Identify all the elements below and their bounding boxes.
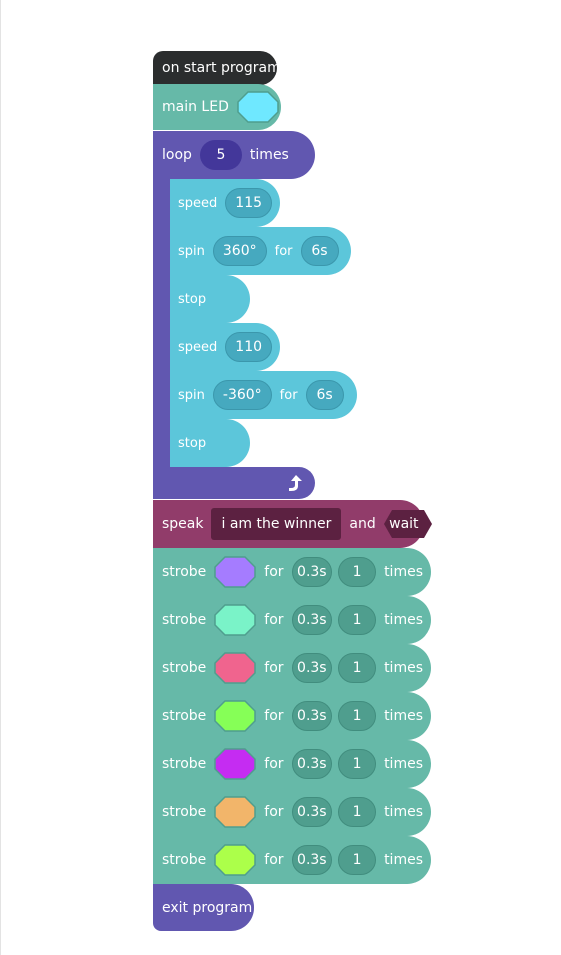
speed-value-input[interactable]: 115 — [225, 188, 273, 218]
strobe-count-input[interactable]: 1 — [338, 797, 377, 827]
strobe-times-label: times — [384, 804, 423, 820]
strobe-label: strobe — [162, 708, 207, 724]
strobe-for-label: for — [264, 708, 284, 724]
strobe-label: strobe — [162, 660, 207, 676]
strobe-color-swatch[interactable] — [214, 652, 257, 684]
speak-label: speak — [162, 516, 204, 532]
strobe-times-label: times — [384, 564, 423, 580]
loop-times-label: times — [249, 147, 289, 163]
canvas-edge — [0, 0, 1, 955]
spin-angle-input[interactable]: -360° — [212, 380, 272, 410]
strobe-times-label: times — [384, 612, 423, 628]
speak-wait-label: wait — [389, 516, 419, 532]
strobe-color-swatch[interactable] — [214, 748, 257, 780]
strobe-for-label: for — [264, 612, 284, 628]
spin-label: spin — [178, 243, 205, 259]
strobe-duration-input[interactable]: 0.3s — [291, 845, 333, 875]
strobe-for-label: for — [264, 804, 284, 820]
strobe-count-input[interactable]: 1 — [338, 749, 377, 779]
stop-block[interactable]: stop — [170, 275, 250, 323]
strobe-times-label: times — [384, 660, 423, 676]
on-start-label: on start program — [162, 60, 281, 76]
speak-wait-toggle[interactable]: wait — [383, 510, 432, 538]
loop-block-header[interactable]: loop 5 times — [153, 131, 315, 179]
stop-block[interactable]: stop — [170, 419, 250, 467]
spin-label: spin — [178, 387, 205, 403]
strobe-block[interactable]: strobe for 0.3s 1 times — [153, 548, 431, 596]
strobe-times-label: times — [384, 708, 423, 724]
strobe-label: strobe — [162, 564, 207, 580]
speak-text-input[interactable]: i am the winner — [211, 508, 342, 540]
spin-angle-input[interactable]: 360° — [212, 236, 267, 266]
strobe-label: strobe — [162, 804, 207, 820]
strobe-duration-input[interactable]: 0.3s — [291, 653, 333, 683]
strobe-block[interactable]: strobe for 0.3s 1 times — [153, 692, 431, 740]
exit-program-label: exit program — [162, 899, 253, 916]
strobe-block[interactable]: strobe for 0.3s 1 times — [153, 596, 431, 644]
speed-label: speed — [178, 195, 218, 211]
spin-for-label: for — [274, 243, 293, 259]
loop-spine — [153, 178, 170, 468]
strobe-duration-input[interactable]: 0.3s — [291, 557, 333, 587]
speed-value-input[interactable]: 110 — [225, 332, 273, 362]
speed-block[interactable]: speed 115 — [170, 179, 280, 227]
stop-label: stop — [178, 291, 207, 307]
stop-label: stop — [178, 435, 207, 451]
strobe-for-label: for — [264, 852, 284, 868]
strobe-block[interactable]: strobe for 0.3s 1 times — [153, 836, 431, 884]
strobe-count-input[interactable]: 1 — [338, 605, 377, 635]
strobe-count-input[interactable]: 1 — [338, 557, 377, 587]
spin-duration-input[interactable]: 6s — [300, 236, 339, 266]
strobe-duration-input[interactable]: 0.3s — [291, 701, 333, 731]
speed-block[interactable]: speed 110 — [170, 323, 280, 371]
strobe-color-swatch[interactable] — [214, 556, 257, 588]
strobe-label: strobe — [162, 756, 207, 772]
strobe-for-label: for — [264, 660, 284, 676]
strobe-count-input[interactable]: 1 — [338, 653, 377, 683]
spin-duration-input[interactable]: 6s — [305, 380, 344, 410]
loop-count-input[interactable]: 5 — [199, 140, 242, 170]
strobe-block[interactable]: strobe for 0.3s 1 times — [153, 740, 431, 788]
strobe-label: strobe — [162, 852, 207, 868]
spin-block[interactable]: spin -360° for 6s — [170, 371, 357, 419]
strobe-for-label: for — [264, 756, 284, 772]
strobe-color-swatch[interactable] — [214, 844, 257, 876]
main-led-block[interactable]: main LED — [153, 84, 281, 130]
main-led-label: main LED — [162, 99, 229, 115]
strobe-color-swatch[interactable] — [214, 604, 257, 636]
strobe-color-swatch[interactable] — [214, 796, 257, 828]
strobe-block[interactable]: strobe for 0.3s 1 times — [153, 644, 431, 692]
strobe-duration-input[interactable]: 0.3s — [291, 749, 333, 779]
speak-and-label: and — [349, 516, 376, 532]
strobe-duration-input[interactable]: 0.3s — [291, 605, 333, 635]
main-led-color-swatch[interactable] — [237, 91, 279, 123]
spin-for-label: for — [279, 387, 298, 403]
speed-label: speed — [178, 339, 218, 355]
strobe-times-label: times — [384, 852, 423, 868]
strobe-label: strobe — [162, 612, 207, 628]
loop-block-footer — [153, 467, 315, 499]
strobe-for-label: for — [264, 564, 284, 580]
loop-return-arrow-icon — [287, 474, 303, 496]
strobe-count-input[interactable]: 1 — [338, 845, 377, 875]
spin-block[interactable]: spin 360° for 6s — [170, 227, 351, 275]
strobe-duration-input[interactable]: 0.3s — [291, 797, 333, 827]
strobe-block[interactable]: strobe for 0.3s 1 times — [153, 788, 431, 836]
on-start-block[interactable]: on start program — [153, 51, 281, 91]
strobe-color-swatch[interactable] — [214, 700, 257, 732]
strobe-times-label: times — [384, 756, 423, 772]
speak-block[interactable]: speak i am the winner and wait — [153, 500, 432, 548]
loop-label: loop — [162, 147, 192, 163]
exit-program-block[interactable]: exit program — [153, 884, 254, 931]
strobe-count-input[interactable]: 1 — [338, 701, 377, 731]
